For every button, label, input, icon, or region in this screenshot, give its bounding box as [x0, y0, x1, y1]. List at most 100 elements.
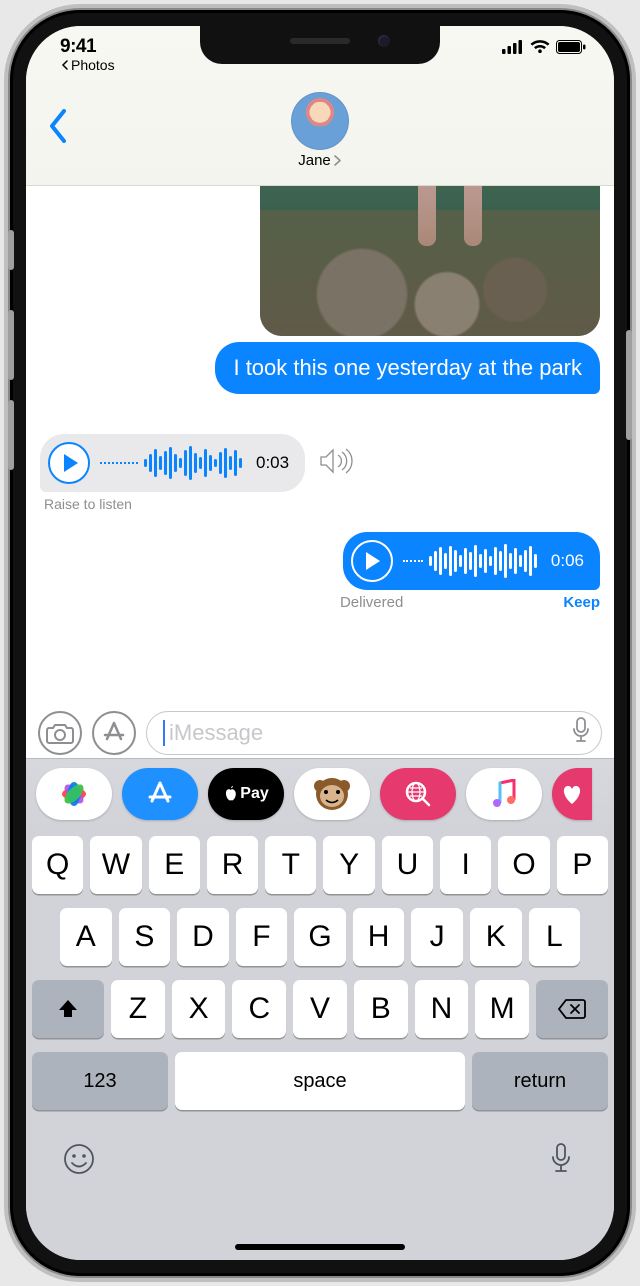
- app-store-icon: [100, 720, 128, 746]
- key-l[interactable]: L: [529, 908, 581, 966]
- key-j[interactable]: J: [411, 908, 463, 966]
- key-r[interactable]: R: [207, 836, 258, 894]
- key-y[interactable]: Y: [323, 836, 374, 894]
- key-d[interactable]: D: [177, 908, 229, 966]
- play-button[interactable]: [48, 442, 90, 484]
- app-drawer[interactable]: Pay: [26, 758, 614, 828]
- delivery-row: Delivered Keep: [26, 594, 600, 611]
- chevron-right-icon: [333, 155, 342, 166]
- apps-button[interactable]: [92, 711, 136, 755]
- key-b[interactable]: B: [354, 980, 408, 1038]
- key-a[interactable]: A: [60, 908, 112, 966]
- app-images-search[interactable]: [380, 768, 456, 820]
- status-time: 9:41: [60, 36, 96, 58]
- audio-duration: 0:03: [256, 453, 289, 473]
- app-digital-touch[interactable]: [552, 768, 592, 820]
- play-icon: [366, 552, 380, 570]
- home-indicator[interactable]: [235, 1244, 405, 1250]
- key-s[interactable]: S: [119, 908, 171, 966]
- key-k[interactable]: K: [470, 908, 522, 966]
- keyboard-row-2: A S D F G H J K L: [32, 908, 608, 966]
- app-photos[interactable]: [36, 768, 112, 820]
- key-q[interactable]: Q: [32, 836, 83, 894]
- sent-text-bubble[interactable]: I took this one yesterday at the park: [215, 342, 600, 394]
- key-x[interactable]: X: [172, 980, 226, 1038]
- contact-name-row: Jane: [298, 152, 342, 169]
- key-space[interactable]: space: [175, 1052, 465, 1110]
- microphone-icon: [571, 716, 591, 744]
- key-numbers[interactable]: 123: [32, 1052, 168, 1110]
- camera-icon: [46, 722, 74, 744]
- app-music[interactable]: [466, 768, 542, 820]
- back-to-app[interactable]: Photos: [60, 57, 115, 73]
- keyboard-bottom-row: [32, 1124, 608, 1181]
- key-e[interactable]: E: [149, 836, 200, 894]
- key-h[interactable]: H: [353, 908, 405, 966]
- apple-icon: [223, 786, 237, 802]
- notch: [200, 26, 440, 64]
- key-return[interactable]: return: [472, 1052, 608, 1110]
- key-o[interactable]: O: [498, 836, 549, 894]
- key-c[interactable]: C: [232, 980, 286, 1038]
- speaker-button[interactable]: [319, 447, 353, 480]
- key-f[interactable]: F: [236, 908, 288, 966]
- key-i[interactable]: I: [440, 836, 491, 894]
- waveform-icon: [100, 446, 242, 480]
- mute-switch: [8, 230, 14, 270]
- battery-icon: [556, 40, 586, 54]
- delivered-label: Delivered: [340, 594, 403, 611]
- key-u[interactable]: U: [382, 836, 433, 894]
- key-z[interactable]: Z: [111, 980, 165, 1038]
- play-button[interactable]: [351, 540, 393, 582]
- apple-pay-label: Pay: [240, 785, 268, 803]
- app-store[interactable]: [122, 768, 198, 820]
- message-input[interactable]: iMessage: [146, 711, 602, 755]
- camera-button[interactable]: [38, 711, 82, 755]
- keep-button[interactable]: Keep: [563, 594, 600, 611]
- contact-block[interactable]: Jane: [26, 92, 614, 169]
- sent-text: I took this one yesterday at the park: [233, 355, 582, 380]
- contact-name: Jane: [298, 152, 331, 169]
- message-input-bar: iMessage: [26, 708, 614, 758]
- avatar: [291, 92, 349, 150]
- key-w[interactable]: W: [90, 836, 141, 894]
- wifi-icon: [530, 40, 550, 54]
- dictate-button[interactable]: [571, 716, 591, 750]
- emoji-button[interactable]: [62, 1142, 96, 1181]
- search-globe-icon: [403, 779, 433, 809]
- key-backspace[interactable]: [536, 980, 608, 1038]
- received-audio-bubble[interactable]: 0:03: [40, 434, 305, 492]
- front-camera: [378, 35, 390, 47]
- key-n[interactable]: N: [415, 980, 469, 1038]
- play-icon: [64, 454, 78, 472]
- dictate-button[interactable]: [544, 1142, 578, 1181]
- app-animoji[interactable]: [294, 768, 370, 820]
- heart-fingers-icon: [559, 782, 585, 806]
- conversation-body[interactable]: I took this one yesterday at the park 0:…: [26, 186, 614, 708]
- sent-image-message[interactable]: [260, 186, 600, 336]
- key-shift[interactable]: [32, 980, 104, 1038]
- back-app-label: Photos: [71, 57, 115, 73]
- app-store-icon: [145, 780, 175, 808]
- key-v[interactable]: V: [293, 980, 347, 1038]
- key-g[interactable]: G: [294, 908, 346, 966]
- keyboard-row-4: 123 space return: [32, 1052, 608, 1110]
- music-icon: [491, 779, 517, 809]
- shift-icon: [56, 997, 80, 1021]
- keyboard-row-1: Q W E R T Y U I O P: [32, 836, 608, 894]
- monkey-icon: [312, 774, 352, 814]
- volume-down-button: [8, 400, 14, 470]
- back-button[interactable]: [36, 104, 80, 148]
- app-apple-pay[interactable]: Pay: [208, 768, 284, 820]
- keyboard-row-3: Z X C V B N M: [32, 980, 608, 1038]
- message-placeholder: iMessage: [169, 720, 263, 746]
- key-t[interactable]: T: [265, 836, 316, 894]
- key-p[interactable]: P: [557, 836, 608, 894]
- key-m[interactable]: M: [475, 980, 529, 1038]
- raise-to-listen-hint: Raise to listen: [44, 496, 132, 512]
- volume-up-button: [8, 310, 14, 380]
- text-cursor: [163, 720, 165, 746]
- sent-audio-bubble[interactable]: 0:06: [343, 532, 600, 590]
- chevron-left-icon: [48, 109, 68, 143]
- power-button: [626, 330, 632, 440]
